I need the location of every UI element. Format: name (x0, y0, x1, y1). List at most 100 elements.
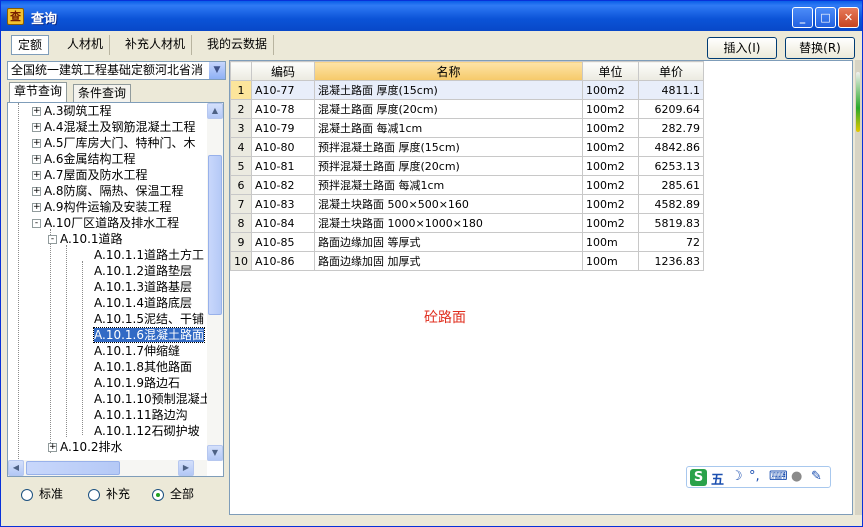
radio-supplementary[interactable]: 补充 (88, 485, 130, 502)
close-button[interactable]: ✕ (838, 7, 859, 28)
sogou-logo-icon[interactable]: S (690, 469, 707, 486)
scroll-thumb[interactable] (26, 461, 120, 475)
row-number[interactable]: 1 (230, 80, 252, 100)
replace-button[interactable]: 替换(R) (785, 37, 855, 59)
expand-icon[interactable]: + (32, 123, 41, 132)
keyboard-icon[interactable]: ⌨ (769, 469, 788, 484)
input-mode-icon[interactable]: 五 (711, 469, 724, 488)
expand-icon[interactable]: + (48, 443, 57, 452)
tree-node[interactable]: A.10.1.4道路底层 (80, 295, 192, 311)
tree-node[interactable]: A.10.1.8其他路面 (80, 359, 192, 375)
cell-unit[interactable]: 100m2 (582, 175, 639, 195)
tree-node[interactable]: + A.5厂库房大门、特种门、木 (32, 135, 195, 151)
row-number[interactable]: 4 (230, 137, 252, 157)
table-row[interactable]: 2 A10-78 混凝土路面 厚度(20cm) 100m2 6209.64 (230, 99, 704, 119)
tree-node[interactable]: A.10.1.6混凝土路面 (80, 327, 205, 343)
cell-price[interactable]: 6209.64 (638, 99, 704, 119)
tree-node[interactable]: A.10.1.5泥结、干铺 (80, 311, 204, 327)
library-select[interactable]: 全国统一建筑工程基础定额河北省消 ▼ (7, 61, 226, 80)
expand-icon[interactable]: + (32, 155, 41, 164)
tree-node[interactable]: - A.10.1道路 (48, 231, 123, 247)
tree-horizontal-scrollbar[interactable]: ◀ ▶ (8, 460, 207, 476)
column-header-name[interactable]: 名称 (314, 61, 583, 81)
tree-node[interactable]: + A.8防腐、隔热、保温工程 (32, 183, 183, 199)
cell-price[interactable]: 72 (638, 232, 704, 252)
cell-name[interactable]: 混凝土块路面 500×500×160 (314, 194, 583, 214)
table-row[interactable]: 6 A10-82 预拌混凝土路面 每减1cm 100m2 285.61 (230, 175, 704, 195)
row-number[interactable]: 3 (230, 118, 252, 138)
column-header-price[interactable]: 单价 (638, 61, 704, 81)
cell-unit[interactable]: 100m2 (582, 80, 639, 100)
scroll-down-icon[interactable]: ▼ (207, 445, 223, 461)
collapse-icon[interactable]: - (32, 219, 41, 228)
tab-chapter-query[interactable]: 章节查询 (9, 82, 68, 102)
column-header-unit[interactable]: 单位 (582, 61, 639, 81)
punctuation-icon[interactable]: °, (749, 469, 760, 484)
cell-code[interactable]: A10-77 (251, 80, 315, 100)
cell-price[interactable]: 4811.1 (638, 80, 704, 100)
expand-icon[interactable]: + (32, 139, 41, 148)
expand-icon[interactable]: + (32, 203, 41, 212)
tab-my-cloud-data[interactable]: 我的云数据 (201, 35, 275, 55)
insert-button[interactable]: 插入(I) (707, 37, 777, 59)
tree-node[interactable]: A.10.1.1道路土方工 (80, 247, 204, 263)
cell-unit[interactable]: 100m (582, 251, 639, 271)
cell-price[interactable]: 285.61 (638, 175, 704, 195)
cell-code[interactable]: A10-86 (251, 251, 315, 271)
cell-price[interactable]: 282.79 (638, 118, 704, 138)
cell-unit[interactable]: 100m2 (582, 213, 639, 233)
tree-node[interactable]: - A.10厂区道路及排水工程 (32, 215, 179, 231)
tree-node[interactable]: A.10.1.2道路垫层 (80, 263, 192, 279)
tree-node[interactable]: A.10.1.7伸缩缝 (80, 343, 180, 359)
tree-node[interactable]: + A.10.2排水 (48, 439, 123, 455)
cell-name[interactable]: 路面边缘加固 加厚式 (314, 251, 583, 271)
cell-name[interactable]: 混凝土块路面 1000×1000×180 (314, 213, 583, 233)
cell-name[interactable]: 预拌混凝土路面 厚度(20cm) (314, 156, 583, 176)
column-header-code[interactable]: 编码 (251, 61, 315, 81)
expand-icon[interactable]: + (32, 187, 41, 196)
row-number[interactable]: 8 (230, 213, 252, 233)
minimize-button[interactable]: _ (792, 7, 813, 28)
cell-unit[interactable]: 100m2 (582, 99, 639, 119)
tree-node[interactable]: + A.7屋面及防水工程 (32, 167, 147, 183)
expand-icon[interactable]: + (32, 107, 41, 116)
cell-code[interactable]: A10-80 (251, 137, 315, 157)
cell-name[interactable]: 预拌混凝土路面 厚度(15cm) (314, 137, 583, 157)
table-row[interactable]: 5 A10-81 预拌混凝土路面 厚度(20cm) 100m2 6253.13 (230, 156, 704, 176)
row-number[interactable]: 10 (230, 251, 252, 271)
cell-name[interactable]: 路面边缘加固 等厚式 (314, 232, 583, 252)
row-number[interactable]: 2 (230, 99, 252, 119)
tree-node[interactable]: A.10.1.11路边沟 (80, 407, 188, 423)
tree-node[interactable]: A.10.1.12石砌护坡 (80, 423, 200, 439)
row-number[interactable]: 9 (230, 232, 252, 252)
cell-code[interactable]: A10-83 (251, 194, 315, 214)
cell-name[interactable]: 预拌混凝土路面 每减1cm (314, 175, 583, 195)
cell-price[interactable]: 5819.83 (638, 213, 704, 233)
expand-icon[interactable]: + (32, 171, 41, 180)
tree-node[interactable]: + A.6金属结构工程 (32, 151, 135, 167)
radio-all[interactable]: 全部 (152, 485, 194, 502)
cell-name[interactable]: 混凝土路面 每减1cm (314, 118, 583, 138)
scroll-up-icon[interactable]: ▲ (207, 103, 223, 119)
cell-code[interactable]: A10-78 (251, 99, 315, 119)
collapse-icon[interactable]: - (48, 235, 57, 244)
tree-node[interactable]: + A.4混凝土及钢筋混凝土工程 (32, 119, 195, 135)
tree-vertical-scrollbar[interactable]: ▲ ▼ (207, 103, 223, 461)
moon-icon[interactable]: ☽ (731, 469, 743, 484)
table-row[interactable]: 1 A10-77 混凝土路面 厚度(15cm) 100m2 4811.1 (230, 80, 704, 100)
table-row[interactable]: 8 A10-84 混凝土块路面 1000×1000×180 100m2 5819.83 (230, 213, 704, 233)
scroll-thumb[interactable] (208, 155, 222, 315)
title-bar[interactable]: 查 查询 _ □ ✕ (1, 1, 862, 31)
scroll-left-icon[interactable]: ◀ (8, 460, 24, 476)
ime-toolbar[interactable]: S 五 ☽ °, ⌨ ● ✎ (686, 466, 831, 488)
cell-unit[interactable]: 100m2 (582, 156, 639, 176)
tab-quota[interactable]: 定额 (11, 35, 50, 55)
cell-price[interactable]: 6253.13 (638, 156, 704, 176)
user-icon[interactable]: ● (791, 469, 802, 484)
cell-unit[interactable]: 100m (582, 232, 639, 252)
cell-unit[interactable]: 100m2 (582, 118, 639, 138)
tree-node[interactable]: + A.3砌筑工程 (32, 103, 111, 119)
cell-unit[interactable]: 100m2 (582, 137, 639, 157)
table-row[interactable]: 10 A10-86 路面边缘加固 加厚式 100m 1236.83 (230, 251, 704, 271)
cell-code[interactable]: A10-81 (251, 156, 315, 176)
